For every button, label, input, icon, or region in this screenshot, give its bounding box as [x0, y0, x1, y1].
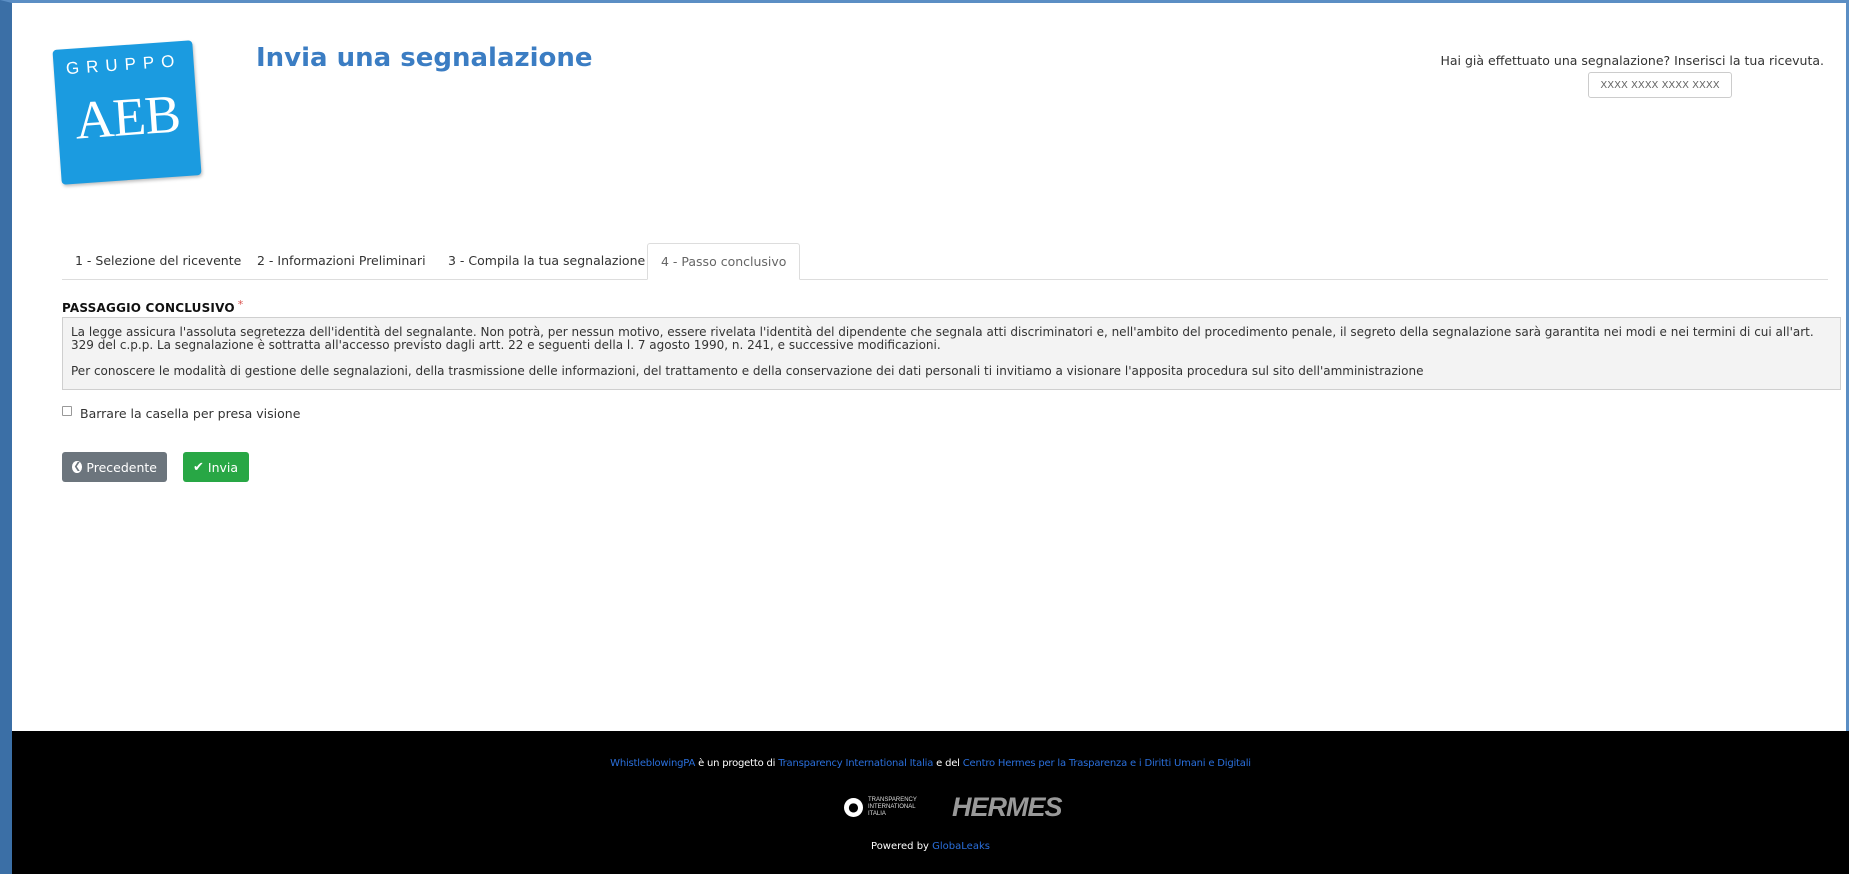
hermes-logo[interactable]: HERMES	[952, 792, 1063, 822]
tab-step-1[interactable]: 1 - Selezione del ricevente	[62, 243, 254, 279]
previous-button-label: Precedente	[86, 459, 157, 475]
receipt-prompt: Hai già effettuato una segnalazione? Ins…	[1440, 53, 1824, 68]
previous-button[interactable]: ❮ Precedente	[62, 452, 167, 482]
receipt-input[interactable]	[1588, 72, 1732, 98]
step-tabs: 1 - Selezione del ricevente 2 - Informaz…	[62, 243, 1828, 280]
tab-step-3[interactable]: 3 - Compila la tua segnalazione	[435, 243, 658, 279]
powered-by-text: Powered by	[871, 841, 933, 852]
globe-icon: ●	[844, 797, 863, 817]
centro-hermes-link[interactable]: Centro Hermes per la Trasparenza e i Dir…	[963, 758, 1251, 769]
footer-text-1: è un progetto di	[695, 758, 779, 769]
tab-step-2[interactable]: 2 - Informazioni Preliminari	[244, 243, 439, 279]
send-button[interactable]: ✔ Invia	[183, 452, 249, 482]
powered-by: Powered by GlobaLeaks	[12, 841, 1849, 852]
footer: WhistleblowingPA è un progetto di Transp…	[12, 731, 1849, 874]
acknowledge-label[interactable]: Barrare la casella per presa visione	[80, 406, 300, 421]
footer-text-2: e del	[933, 758, 963, 769]
section-title: PASSAGGIO CONCLUSIVO *	[62, 298, 243, 315]
send-button-label: Invia	[207, 459, 239, 475]
section-title-text: PASSAGGIO CONCLUSIVO	[62, 301, 235, 315]
footer-credits: WhistleblowingPA è un progetto di Transp…	[12, 758, 1849, 769]
acknowledge-checkbox[interactable]	[62, 405, 72, 416]
transparency-international-link[interactable]: Transparency International Italia	[778, 758, 933, 769]
gruppo-aeb-logo[interactable]: GRUPPO AEB	[52, 40, 202, 185]
notice-paragraph-1: La legge assicura l'assoluta segretezza …	[71, 325, 1814, 352]
acknowledge-row[interactable]: Barrare la casella per presa visione	[62, 405, 300, 421]
required-mark: *	[237, 298, 244, 311]
logo-main-text: AEB	[72, 83, 182, 151]
page-title: Invia una segnalazione	[256, 43, 593, 73]
sponsor-logos: ● TRANSPARENCY INTERNATIONAL ITALIA HERM…	[844, 792, 1063, 822]
check-icon: ✔	[193, 459, 204, 475]
logo-top-text: GRUPPO	[65, 51, 183, 79]
arrow-left-circle-icon: ❮	[72, 461, 83, 473]
tab-step-4[interactable]: 4 - Passo conclusivo	[647, 243, 801, 280]
notice-paragraph-2: Per conoscere le modalità di gestione de…	[71, 364, 1424, 378]
whistleblowingpa-link[interactable]: WhistleblowingPA	[610, 758, 695, 769]
ti-logo-text: TRANSPARENCY INTERNATIONAL ITALIA	[868, 796, 917, 817]
privacy-notice: La legge assicura l'assoluta segretezza …	[62, 317, 1841, 390]
transparency-international-logo[interactable]: ● TRANSPARENCY INTERNATIONAL ITALIA	[844, 797, 930, 818]
globaleaks-link[interactable]: GlobaLeaks	[932, 841, 990, 852]
